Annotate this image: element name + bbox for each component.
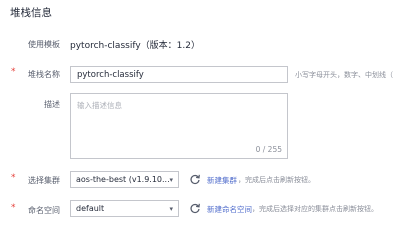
stack-name-input[interactable]: pytorch-classify [70, 66, 288, 83]
refresh-icon[interactable] [189, 173, 201, 185]
cluster-select[interactable]: aos-the-best (v1.9.10... ▾ [70, 171, 179, 188]
cluster-label: 选择集群 [28, 176, 60, 185]
stack-name-hint: 小写字母开头，数字、中划线（ [295, 71, 393, 79]
create-cluster-link[interactable]: 新建集群 [207, 175, 237, 186]
cluster-note: ，完成后点击刷新按钮。 [238, 176, 315, 184]
stack-name-label: 堆栈名称 [28, 70, 60, 79]
create-namespace-link[interactable]: 新建命名空间 [207, 204, 252, 215]
refresh-icon[interactable] [189, 202, 201, 214]
description-counter: 0 / 255 [255, 145, 282, 154]
namespace-select[interactable]: default ▾ [70, 200, 179, 217]
namespace-note: ，完成后选择对应的集群点击刷新按钮。 [252, 205, 378, 213]
description-textarea[interactable]: 输入描述信息 0 / 255 [70, 93, 288, 159]
namespace-label: 命名空间 [28, 206, 60, 215]
section-title: 堆栈信息 [10, 7, 52, 19]
chevron-down-icon: ▾ [169, 205, 173, 213]
namespace-select-value: default [76, 204, 105, 213]
template-label: 使用模板 [28, 40, 60, 49]
template-value: pytorch-classify（版本：1.2） [70, 41, 200, 51]
description-placeholder: 输入描述信息 [77, 101, 122, 110]
cluster-select-value: aos-the-best (v1.9.10... [76, 175, 170, 184]
chevron-down-icon: ▾ [169, 176, 173, 184]
description-label: 描述 [44, 100, 60, 109]
